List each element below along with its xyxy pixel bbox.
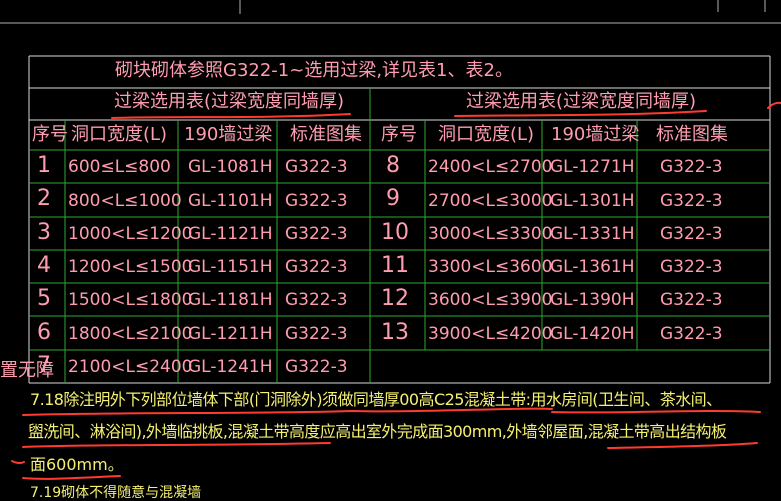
row-atlas: G322-3 [660, 290, 723, 310]
row-number: 12 [381, 286, 409, 311]
row-number: 2 [37, 186, 51, 211]
row-beam: GL-1081H [188, 157, 273, 177]
row-number: 5 [37, 286, 51, 311]
row-range: 1800<L≤2100 [68, 324, 193, 344]
row-number: 9 [386, 186, 400, 211]
row-number: 11 [381, 253, 409, 278]
row-beam: GL-1331H [550, 224, 635, 244]
row-atlas: G322-3 [660, 191, 723, 211]
row-range: 3600<L≤3900 [428, 290, 553, 310]
col-header-range: 洞口宽度(L) [71, 124, 168, 145]
row-range: 3300<L≤3600 [428, 257, 553, 277]
row-atlas: G322-3 [285, 257, 348, 277]
row-range: 800<L≤1000 [68, 191, 182, 211]
row-range: 600≤L≤800 [68, 157, 171, 177]
row-beam: GL-1271H [550, 157, 635, 177]
row-range: 1000<L≤1200 [68, 224, 193, 244]
row-atlas: G322-3 [285, 224, 348, 244]
row-number: 3 [37, 220, 51, 245]
row-beam: GL-1241H [188, 357, 273, 377]
row-atlas: G322-3 [285, 324, 348, 344]
row-atlas: G322-3 [660, 257, 723, 277]
row-beam: GL-1121H [188, 224, 273, 244]
row-beam: GL-1420H [550, 324, 635, 344]
row-atlas: G322-3 [660, 157, 723, 177]
row-range: 2400<L≤2700 [428, 157, 553, 177]
row-range: 3900<L≤4200 [428, 324, 553, 344]
row-beam: GL-1211H [188, 324, 273, 344]
row-range: 1500<L≤1800 [68, 290, 193, 310]
row-beam: GL-1101H [188, 191, 273, 211]
row-beam: GL-1390H [550, 290, 635, 310]
col-header-no: 序号 [32, 124, 68, 145]
note-line-1: 7.18除注明外下列部位墙体下部(门洞除外)须做同墙厚00高C25混凝土带:用水… [30, 390, 722, 409]
row-beam: GL-1301H [550, 191, 635, 211]
row-atlas: G322-3 [285, 157, 348, 177]
row-beam: GL-1181H [188, 290, 273, 310]
row-number: 6 [37, 320, 51, 345]
note-line-2: 盥洗间、淋浴间),外墙临挑板,混凝土带高度应高出室外完成面300mm,外墙邻屋面… [28, 422, 727, 441]
note-line-4: 7.19砌体不得随意与混凝墙 [30, 485, 202, 501]
col-header-atlas: 标准图集 [656, 124, 728, 145]
row-atlas: G322-3 [660, 224, 723, 244]
row-number: 8 [386, 153, 400, 178]
side-label: 置无障 [0, 360, 54, 381]
row-atlas: G322-3 [285, 191, 348, 211]
col-header-beam: 190墙过梁 [551, 124, 640, 145]
note-line-3: 面600mm。 [30, 455, 124, 474]
row-atlas: G322-3 [660, 324, 723, 344]
col-header-beam: 190墙过梁 [184, 124, 273, 145]
left-table-title: 过梁选用表(过梁宽度同墙厚) [114, 91, 345, 112]
row-atlas: G322-3 [285, 357, 348, 377]
row-number: 4 [37, 253, 51, 278]
row-range: 2700<L≤3000 [428, 191, 553, 211]
row-range: 2100<L≤2400 [68, 357, 193, 377]
row-number: 10 [381, 220, 409, 245]
row-beam: GL-1151H [188, 257, 273, 277]
row-range: 1200<L≤1500 [68, 257, 193, 277]
row-number: 1 [37, 153, 51, 178]
col-header-atlas: 标准图集 [290, 124, 362, 145]
row-atlas: G322-3 [285, 290, 348, 310]
right-table-title: 过梁选用表(过梁宽度同墙厚) [466, 91, 697, 112]
col-header-range: 洞口宽度(L) [438, 124, 535, 145]
table-note: 砌块砌体参照G322-1~选用过梁,详见表1、表2。 [115, 60, 513, 81]
row-beam: GL-1361H [550, 257, 635, 277]
row-range: 3000<L≤3300 [428, 224, 553, 244]
row-number: 13 [381, 320, 409, 345]
col-header-no: 序号 [381, 124, 417, 145]
